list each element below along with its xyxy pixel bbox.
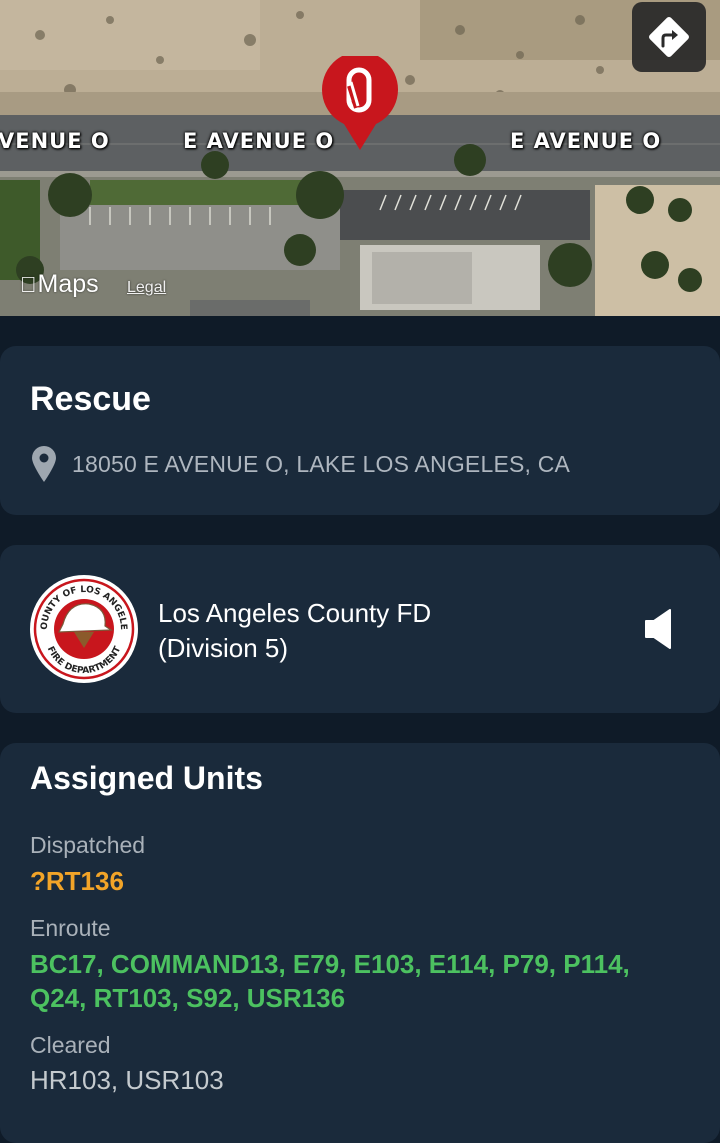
assigned-units-title: Assigned Units <box>30 760 263 796</box>
apple-logo-icon:  <box>20 272 37 298</box>
incident-address[interactable]: 18050 E AVENUE O, LAKE LOS ANGELES, CA <box>30 445 570 483</box>
satellite-imagery <box>0 0 720 316</box>
legal-link[interactable]: Legal <box>127 279 166 297</box>
address-text: 18050 E AVENUE O, LAKE LOS ANGELES, CA <box>72 450 571 477</box>
dispatched-label: Dispatched <box>30 832 146 858</box>
incident-card <box>0 346 720 515</box>
agency-name-line2: (Division 5) <box>158 633 289 663</box>
agency-name: Los Angeles County FD (Division 5) <box>158 596 578 666</box>
carabiner-pin-icon[interactable] <box>320 56 400 152</box>
speaker-icon[interactable] <box>642 607 678 651</box>
agency-name-line1: Los Angeles County FD <box>158 598 432 628</box>
incident-type: Rescue <box>30 380 151 418</box>
enroute-label: Enroute <box>30 915 111 941</box>
directions-button[interactable] <box>632 2 706 72</box>
enroute-units[interactable]: BC17, COMMAND13, E79, E103, E114, P79, P… <box>30 947 690 1015</box>
dispatched-units[interactable]: ?RT136 <box>30 864 690 898</box>
cleared-units[interactable]: HR103, USR103 <box>30 1063 690 1097</box>
road-label: E AVENUE O <box>183 129 335 153</box>
maps-attribution-text: Maps <box>21 270 99 298</box>
cleared-label: Cleared <box>30 1032 111 1058</box>
road-label: E AVENUE O <box>510 129 662 153</box>
map-view[interactable]: VENUE O E AVENUE O E AVENUE O  Maps Leg… <box>0 0 720 316</box>
apple-maps-attribution:  Maps <box>20 270 99 299</box>
road-label: VENUE O <box>0 129 110 153</box>
agency-seal-logo: COUNTY OF LOS ANGELES FIRE DEPARTMENT <box>29 574 138 683</box>
location-pin-icon <box>32 446 56 482</box>
turn-right-directions-icon <box>649 17 689 57</box>
